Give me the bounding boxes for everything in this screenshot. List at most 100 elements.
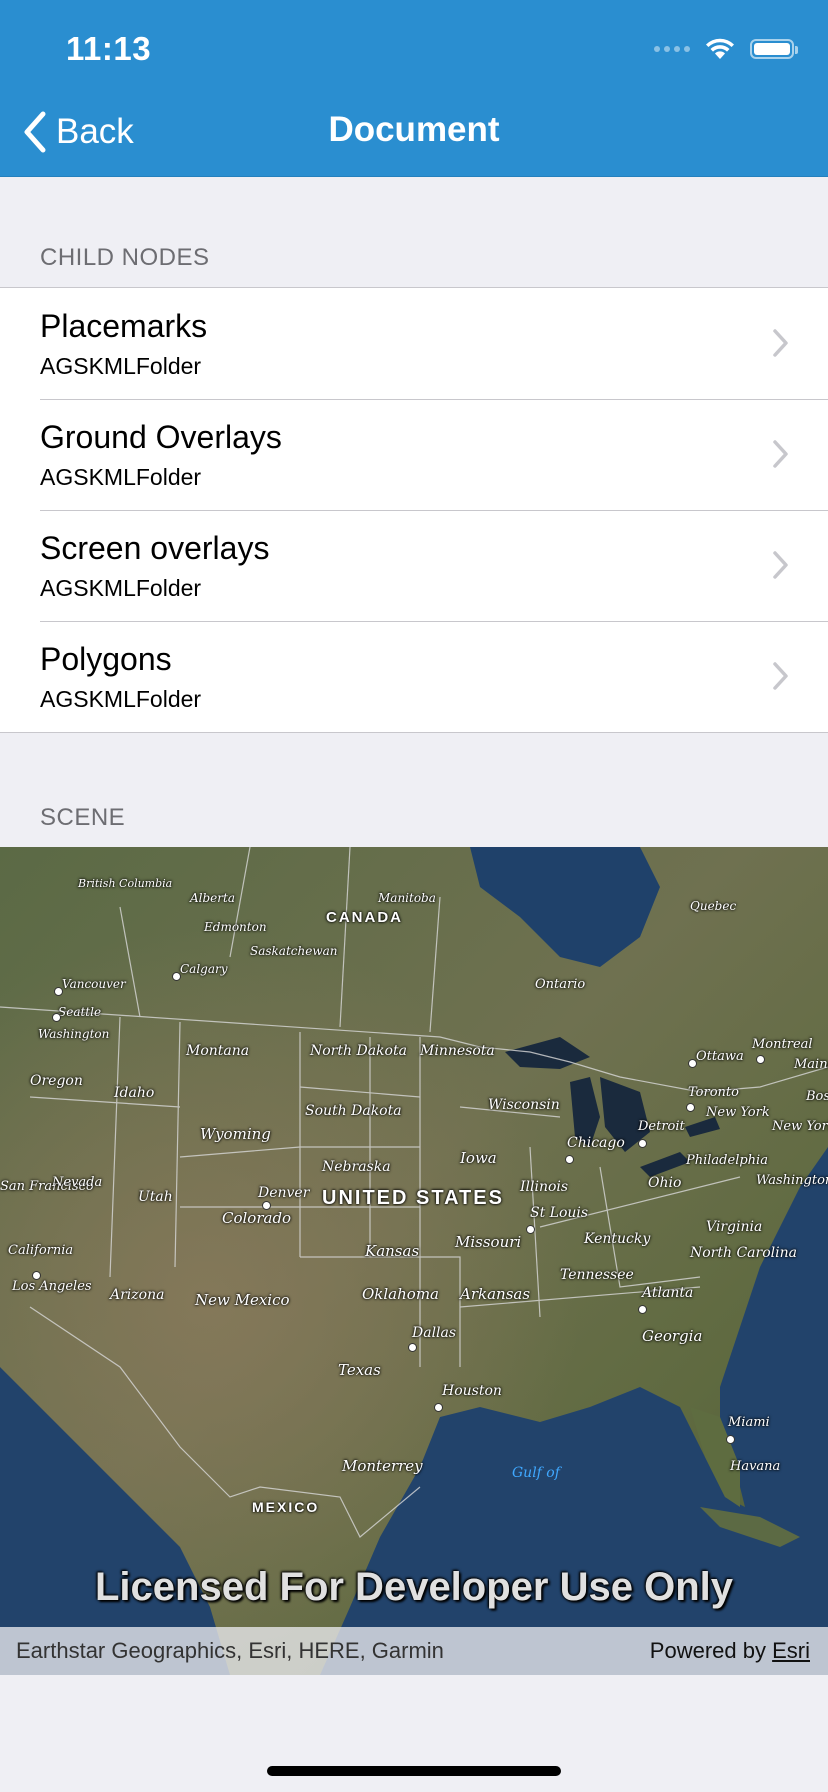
navigation-header: 11:13 Back Document xyxy=(0,0,828,177)
map-label: Idaho xyxy=(114,1085,155,1101)
map-label: Utah xyxy=(138,1189,173,1205)
row-title: Screen overlays xyxy=(40,530,270,566)
map-label: Texas xyxy=(338,1361,381,1379)
map-label: Seattle xyxy=(58,1005,102,1019)
city-marker xyxy=(756,1055,765,1064)
map-label: Vancouver xyxy=(62,977,126,991)
row-title: Ground Overlays xyxy=(40,419,282,455)
chevron-right-icon xyxy=(773,551,788,579)
map-label: Iowa xyxy=(460,1149,497,1167)
map-label: Calgary xyxy=(180,962,228,976)
map-label: Arkansas xyxy=(460,1285,531,1303)
child-nodes-list: Placemarks AGSKMLFolder Ground Overlays … xyxy=(0,287,828,733)
map-label: Ohio xyxy=(648,1175,682,1191)
city-marker xyxy=(54,987,63,996)
map-label: Kansas xyxy=(365,1242,420,1260)
row-title: Polygons xyxy=(40,641,172,677)
map-label: Missouri xyxy=(455,1233,522,1251)
map-label: New York xyxy=(772,1119,828,1134)
map-label: Miami xyxy=(728,1415,770,1430)
city-marker xyxy=(688,1059,697,1068)
row-subtitle: AGSKMLFolder xyxy=(40,464,202,490)
list-item-polygons[interactable]: Polygons AGSKMLFolder xyxy=(0,621,828,732)
map-label: South Dakota xyxy=(305,1103,402,1119)
map-label: Dallas xyxy=(412,1325,457,1341)
map-label: Nebraska xyxy=(322,1159,391,1175)
map-label: Toronto xyxy=(688,1085,739,1100)
attribution-text: Earthstar Geographics, Esri, HERE, Garmi… xyxy=(16,1638,444,1663)
map-label: Los Angeles xyxy=(12,1279,92,1294)
map-label: Detroit xyxy=(638,1119,685,1134)
esri-link[interactable]: Esri xyxy=(772,1638,810,1663)
map-label: Oregon xyxy=(30,1073,83,1089)
battery-icon xyxy=(750,39,798,59)
map-label: North Dakota xyxy=(310,1043,407,1059)
map-label: Montana xyxy=(186,1043,250,1059)
map-label: Gulf of xyxy=(512,1465,560,1481)
map-label: Bost xyxy=(806,1089,828,1104)
city-marker xyxy=(638,1305,647,1314)
map-label: Ontario xyxy=(535,977,586,992)
city-marker xyxy=(52,1013,61,1022)
map-label: Kentucky xyxy=(584,1231,651,1247)
wifi-icon xyxy=(706,38,734,59)
map-label: Quebec xyxy=(690,899,737,913)
section-header-child-nodes: CHILD NODES xyxy=(40,244,210,271)
map-label: Houston xyxy=(442,1383,502,1399)
attribution-bar: Earthstar Geographics, Esri, HERE, Garmi… xyxy=(0,1627,828,1675)
city-marker xyxy=(726,1435,735,1444)
map-label: Atlanta xyxy=(642,1285,694,1301)
map-label: St Louis xyxy=(530,1205,589,1221)
map-label: Oklahoma xyxy=(362,1285,439,1303)
map-label: New York xyxy=(706,1105,770,1120)
map-label: Wisconsin xyxy=(488,1097,560,1113)
list-item-ground-overlays[interactable]: Ground Overlays AGSKMLFolder xyxy=(0,399,828,510)
map-label: Maine xyxy=(794,1057,828,1072)
map-label: Philadelphia xyxy=(686,1153,768,1168)
satellite-imagery xyxy=(0,847,828,1675)
list-item-screen-overlays[interactable]: Screen overlays AGSKMLFolder xyxy=(0,510,828,621)
city-marker xyxy=(686,1103,695,1112)
chevron-right-icon xyxy=(773,662,788,690)
section-header-scene: SCENE xyxy=(40,804,126,831)
map-label: Ottawa xyxy=(696,1049,744,1064)
map-label: Nevada xyxy=(52,1175,103,1190)
page-title: Document xyxy=(328,110,500,149)
cellular-signal-icon xyxy=(654,46,690,52)
map-label: Colorado xyxy=(222,1209,292,1227)
row-subtitle: AGSKMLFolder xyxy=(40,353,202,379)
status-time: 11:13 xyxy=(66,30,152,67)
row-title: Placemarks xyxy=(40,308,208,344)
map-label: Manitoba xyxy=(378,891,436,905)
map-label: Havana xyxy=(730,1459,781,1474)
status-indicators xyxy=(654,34,798,64)
scene-view[interactable]: British Columbia Alberta Manitoba Quebec… xyxy=(0,847,828,1675)
powered-by-label: Powered by xyxy=(649,1638,766,1663)
chevron-right-icon xyxy=(773,440,788,468)
city-marker xyxy=(172,972,181,981)
map-label: British Columbia xyxy=(78,877,173,890)
map-label: Washington xyxy=(38,1027,110,1041)
map-label: Illinois xyxy=(520,1179,569,1195)
map-label: Monterrey xyxy=(342,1457,423,1475)
map-label: Virginia xyxy=(706,1219,763,1235)
map-label: California xyxy=(8,1243,74,1258)
city-marker xyxy=(262,1201,271,1210)
row-subtitle: AGSKMLFolder xyxy=(40,575,202,601)
map-label-united-states: UNITED STATES xyxy=(322,1187,504,1209)
map-label: Montreal xyxy=(752,1037,813,1052)
map-label: Saskatchewan xyxy=(250,944,338,958)
map-label: Tennessee xyxy=(560,1267,634,1283)
city-marker xyxy=(526,1225,535,1234)
map-label: Denver xyxy=(258,1185,310,1201)
map-label: New Mexico xyxy=(195,1291,290,1309)
list-item-placemarks[interactable]: Placemarks AGSKMLFolder xyxy=(0,288,828,399)
map-label: Edmonton xyxy=(204,920,267,934)
map-label-mexico: MEXICO xyxy=(252,1499,320,1515)
map-label-canada: CANADA xyxy=(326,909,403,926)
map-label: Arizona xyxy=(110,1287,165,1303)
powered-by: Powered by Esri xyxy=(650,1638,810,1664)
map-label: Alberta xyxy=(190,891,235,905)
city-marker xyxy=(565,1155,574,1164)
home-indicator[interactable] xyxy=(267,1766,561,1776)
